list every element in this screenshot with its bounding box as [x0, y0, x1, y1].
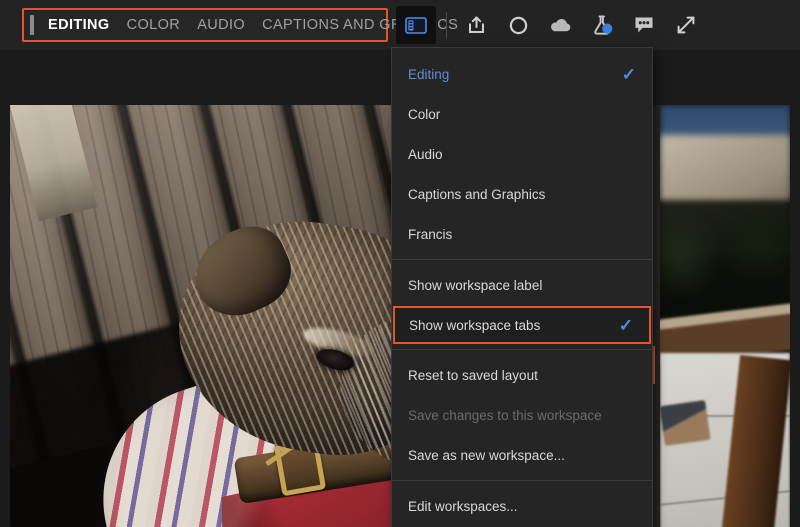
menu-separator — [392, 259, 652, 260]
menu-item-label: Audio — [408, 147, 636, 162]
workspace-dropdown-menu[interactable]: Editing ✓ Color Audio Captions and Graph… — [391, 47, 653, 527]
menu-item-show-workspace-tabs[interactable]: Show workspace tabs ✓ — [393, 306, 651, 344]
menu-item-reset-to-saved-layout[interactable]: Reset to saved layout — [392, 355, 652, 395]
menu-item-label: Francis — [408, 227, 636, 242]
menu-item-color[interactable]: Color — [392, 94, 652, 134]
tab-audio[interactable]: AUDIO — [197, 17, 245, 33]
menu-item-label: Save changes to this workspace — [408, 408, 636, 423]
patio-object — [660, 400, 711, 446]
cloud-button[interactable] — [539, 7, 581, 43]
workspace-tab-bar[interactable]: EDITING COLOR AUDIO CAPTIONS AND GRAPHIC… — [22, 8, 388, 42]
menu-item-label: Show workspace label — [408, 278, 636, 293]
tab-color[interactable]: COLOR — [127, 17, 181, 33]
checkmark-icon: ✓ — [622, 66, 636, 83]
top-toolbar: EDITING COLOR AUDIO CAPTIONS AND GRAPHIC… — [0, 0, 800, 50]
beaker-lab-button[interactable] — [581, 7, 623, 43]
menu-item-label: Edit workspaces... — [408, 499, 636, 514]
application-window: EDITING COLOR AUDIO CAPTIONS AND GRAPHIC… — [0, 0, 800, 527]
toolbar-icon-strip — [396, 0, 707, 50]
tab-editing[interactable]: EDITING — [48, 17, 110, 33]
menu-separator — [392, 480, 652, 481]
menu-item-edit-workspaces[interactable]: Edit workspaces... — [392, 486, 652, 526]
menu-item-label: Reset to saved layout — [408, 368, 636, 383]
comment-bubble-button[interactable] — [623, 7, 665, 43]
drag-handle-icon[interactable] — [30, 15, 34, 35]
menu-item-save-as-new-workspace[interactable]: Save as new workspace... — [392, 435, 652, 475]
menu-item-audio[interactable]: Audio — [392, 134, 652, 174]
menu-item-label: Captions and Graphics — [408, 187, 636, 202]
menu-item-captions-and-graphics[interactable]: Captions and Graphics — [392, 174, 652, 214]
menu-item-label: Color — [408, 107, 636, 122]
workspace-layout-button[interactable] — [396, 6, 436, 44]
fullscreen-expand-button[interactable] — [665, 7, 707, 43]
menu-item-label: Show workspace tabs — [409, 318, 609, 333]
outdoor-background — [660, 105, 790, 527]
menu-separator — [392, 349, 652, 350]
share-export-button[interactable] — [455, 7, 497, 43]
record-circle-button[interactable] — [497, 7, 539, 43]
checkmark-icon: ✓ — [619, 317, 633, 334]
toolbar-divider — [446, 12, 447, 38]
menu-item-save-changes-to-this-workspace: Save changes to this workspace — [392, 395, 652, 435]
menu-item-show-workspace-label[interactable]: Show workspace label — [392, 265, 652, 305]
menu-item-editing[interactable]: Editing ✓ — [392, 54, 652, 94]
menu-item-francis[interactable]: Francis — [392, 214, 652, 254]
menu-item-label: Save as new workspace... — [408, 448, 636, 463]
menu-item-label: Editing — [408, 67, 612, 82]
